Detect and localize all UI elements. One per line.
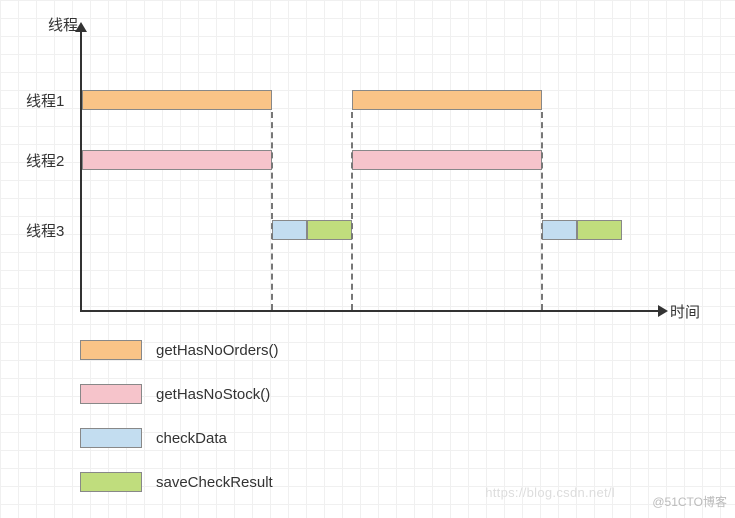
legend-label-orders: getHasNoOrders() [156, 342, 279, 359]
legend: getHasNoOrders() getHasNoStock() checkDa… [80, 338, 279, 514]
diagram-canvas: 线程 时间 线程1 线程2 线程3 getHasNoOrders() getHa… [0, 0, 735, 518]
bar-thread3-save-2 [577, 220, 622, 240]
bar-thread1-orders-1 [82, 90, 272, 110]
legend-item-stock: getHasNoStock() [80, 382, 279, 406]
watermark-main: @51CTO博客 [652, 493, 727, 510]
dashed-guide-1 [271, 112, 273, 310]
legend-swatch-stock [80, 384, 142, 404]
x-axis [80, 310, 660, 312]
x-axis-label: 时间 [670, 301, 700, 322]
legend-item-orders: getHasNoOrders() [80, 338, 279, 362]
bar-thread3-check-1 [272, 220, 307, 240]
bar-thread2-stock-2 [352, 150, 542, 170]
legend-label-save: saveCheckResult [156, 474, 273, 491]
y-axis-label: 线程 [48, 14, 78, 35]
legend-swatch-orders [80, 340, 142, 360]
dashed-guide-3 [541, 112, 543, 310]
bar-thread2-stock-1 [82, 150, 272, 170]
watermark-faded: https://blog.csdn.net/l [485, 485, 615, 500]
bar-thread3-check-2 [542, 220, 577, 240]
row-label-thread3: 线程3 [26, 220, 64, 241]
legend-item-save: saveCheckResult [80, 470, 279, 494]
legend-label-stock: getHasNoStock() [156, 386, 270, 403]
legend-swatch-check [80, 428, 142, 448]
y-axis [80, 30, 82, 310]
bar-thread3-save-1 [307, 220, 352, 240]
dashed-guide-2 [351, 112, 353, 310]
row-label-thread2: 线程2 [26, 150, 64, 171]
legend-label-check: checkData [156, 430, 227, 447]
bar-thread1-orders-2 [352, 90, 542, 110]
legend-item-check: checkData [80, 426, 279, 450]
legend-swatch-save [80, 472, 142, 492]
row-label-thread1: 线程1 [26, 90, 64, 111]
